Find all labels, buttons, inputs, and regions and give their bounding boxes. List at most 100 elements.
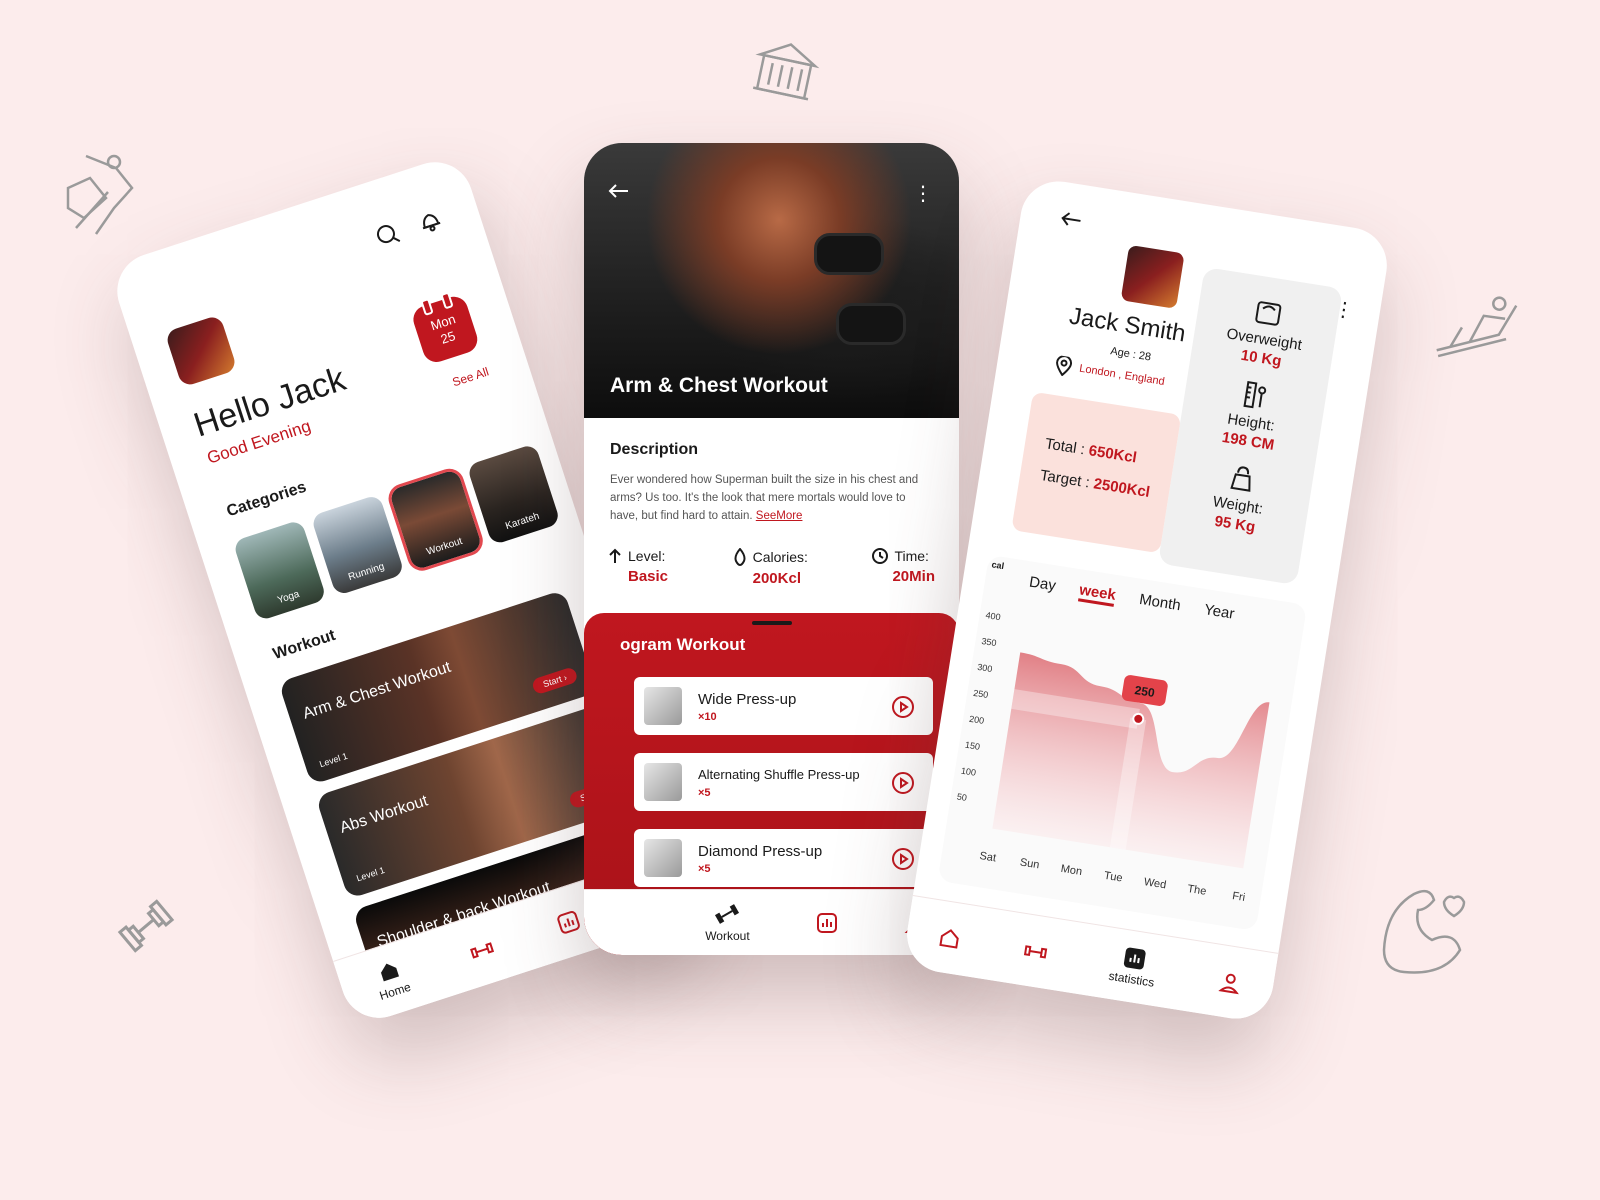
workout-title: Workout <box>270 626 338 664</box>
category-label: Karateh <box>504 510 541 533</box>
exercise-thumbnail <box>644 687 682 725</box>
dumbbell-icon <box>1023 944 1048 959</box>
workout-detail-phone: ⋮ Arm & Chest Workout Description Ever w… <box>584 143 959 955</box>
exercise-name: Wide Press-up <box>698 691 797 708</box>
dumbbell-graphic <box>814 233 884 275</box>
calorie-chart: Day week Month Year cal 400 350 300 250 200 1… <box>937 554 1308 932</box>
nav-workout[interactable] <box>467 935 497 965</box>
sheet-handle[interactable] <box>751 621 792 625</box>
workout-hero-image: ⋮ Arm & Chest Workout <box>584 143 959 418</box>
nav-workout[interactable] <box>1022 938 1049 965</box>
workout-card-level: Level 1 <box>355 864 386 884</box>
play-icon[interactable] <box>891 695 915 724</box>
flame-icon <box>734 548 746 566</box>
metric-weight: Weight: 95 Kg <box>1164 453 1313 544</box>
stat-time: Time: 20Min <box>872 548 935 587</box>
description-title: Description <box>610 441 699 458</box>
target-label: Target : <box>1038 466 1096 493</box>
nav-statistics[interactable] <box>816 912 838 934</box>
category-label: Running <box>347 561 386 584</box>
stat-value: 200Kcl <box>752 570 801 587</box>
workout-title: Arm & Chest Workout <box>610 374 828 397</box>
back-arrow-icon[interactable] <box>608 183 630 204</box>
exercise-item[interactable]: Alternating Shuffle Press-up ×5 <box>634 753 933 811</box>
dumbbell-icon <box>470 941 495 959</box>
category-workout[interactable]: Workout <box>384 464 487 575</box>
y-tick-label: 100 <box>960 766 976 778</box>
date-badge[interactable]: Mon 25 <box>409 293 481 366</box>
play-icon[interactable] <box>891 847 915 876</box>
category-karateh[interactable]: Karateh <box>466 443 561 546</box>
stat-label: Level: <box>628 548 666 564</box>
arrow-up-icon <box>609 548 621 563</box>
workout-card-level: Level 1 <box>318 750 349 770</box>
total-label: Total : <box>1043 435 1091 459</box>
y-tick-label: 150 <box>964 740 980 752</box>
x-tick-label: Wed <box>1143 876 1167 891</box>
program-title: ogram Workout <box>620 635 746 654</box>
home-top-icons <box>372 206 446 255</box>
metric-height: Height: 198 CM <box>1178 370 1327 461</box>
chart-icon <box>556 910 580 934</box>
bottom-nav: Workout <box>584 889 959 955</box>
see-all-link[interactable]: See All <box>451 364 491 389</box>
back-arrow-icon[interactable] <box>1059 210 1084 234</box>
exercise-name: Diamond Press-up <box>698 843 823 860</box>
profile-stats-phone: ⋮ Jack Smith Age : 28 London , England O… <box>901 175 1393 1025</box>
clock-icon <box>872 548 889 564</box>
exercise-count: ×5 <box>698 863 711 875</box>
dumbbell-icon <box>112 893 181 960</box>
category-label: Yoga <box>276 588 301 607</box>
user-icon <box>1218 973 1239 994</box>
x-tick-label: The <box>1187 883 1208 898</box>
see-more-link[interactable]: SeeMore <box>756 510 803 522</box>
nav-profile[interactable] <box>1218 970 1243 995</box>
location-pin-icon <box>1056 355 1072 377</box>
x-tick-label: Sun <box>1019 856 1040 871</box>
nav-workout[interactable]: Workout <box>705 902 750 943</box>
category-yoga[interactable]: Yoga <box>232 519 327 622</box>
chart-icon <box>1123 947 1146 970</box>
y-tick-label: 300 <box>977 662 993 674</box>
exercise-item[interactable]: Wide Press-up ×10 <box>634 677 933 735</box>
search-icon[interactable] <box>372 220 404 255</box>
bell-icon[interactable] <box>416 206 446 240</box>
nav-statistics[interactable]: statistics <box>1108 944 1160 990</box>
x-tick-label: Mon <box>1060 863 1083 878</box>
category-running[interactable]: Running <box>310 493 405 597</box>
avatar[interactable] <box>1120 244 1185 309</box>
total-value: 650Kcl <box>1087 442 1138 467</box>
category-label: Workout <box>425 535 464 558</box>
more-options-icon[interactable]: ⋮ <box>913 181 933 206</box>
start-button[interactable]: Start › <box>531 666 579 696</box>
x-tick-label: Sat <box>979 850 997 864</box>
nav-home[interactable] <box>937 925 962 950</box>
x-tick-label: Tue <box>1103 870 1123 885</box>
gym-building-icon <box>741 23 831 113</box>
chart-unit-label: cal <box>990 559 1005 572</box>
ruler-icon <box>1243 381 1267 409</box>
y-tick-label: 50 <box>956 791 967 802</box>
play-icon[interactable] <box>891 771 915 800</box>
exercise-count: ×5 <box>698 787 711 799</box>
highlight-value-label: 250 <box>1134 683 1156 700</box>
flexed-arm-heart-icon <box>1374 880 1474 980</box>
home-icon <box>939 928 959 949</box>
highlight-point[interactable] <box>1132 712 1145 725</box>
description-text: Ever wondered how Superman built the siz… <box>610 471 930 525</box>
chart-plot: 400 350 300 250 200 150 100 50 250 Sat Sun Mon Tue We… <box>956 610 1270 904</box>
chart-icon <box>816 912 837 933</box>
nav-statistics[interactable] <box>554 908 582 936</box>
exercise-name: Alternating Shuffle Press-up <box>698 767 860 782</box>
kettlebell-icon <box>1230 466 1251 492</box>
nav-home[interactable]: Home <box>370 956 413 1003</box>
y-tick-label: 350 <box>981 636 997 648</box>
metric-overweight: Overweight 10 Kg <box>1191 287 1340 378</box>
profile-age: Age : 28 <box>1109 345 1152 364</box>
exercise-thumbnail <box>644 839 682 877</box>
exercise-item[interactable]: Diamond Press-up ×5 <box>634 829 933 887</box>
stat-value: Basic <box>628 568 669 585</box>
body-metrics-card: Overweight 10 Kg Height: 198 CM Weight: … <box>1157 266 1344 586</box>
avatar[interactable] <box>164 314 238 388</box>
profile-name: Jack Smith <box>1067 302 1188 348</box>
